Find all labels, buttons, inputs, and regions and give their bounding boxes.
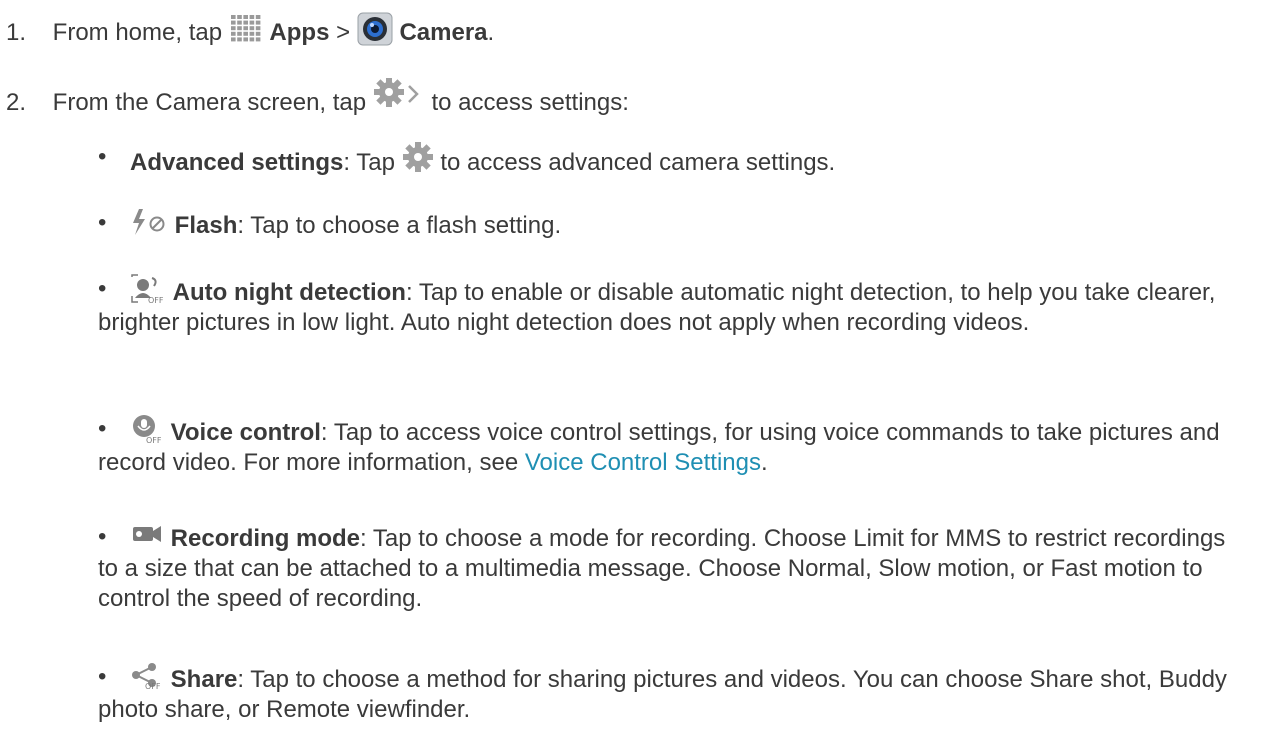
list-item-text: Recording mode: Tap to choose a mode for… — [98, 522, 1238, 614]
apps-grid-cell — [230, 26, 236, 31]
separator: > — [336, 19, 351, 46]
list-item-text: OFF Auto night detection: Tap to enable … — [98, 274, 1238, 338]
apps-grid-cell — [236, 15, 242, 19]
apps-grid-cell — [249, 15, 254, 19]
share-off-icon: OFF — [132, 663, 161, 690]
item-label: Advanced settings — [130, 149, 344, 176]
apps-grid-cell — [255, 20, 261, 25]
period: . — [761, 449, 768, 476]
list-item: • Recording mode: Tap to choose a mode f… — [98, 522, 1248, 618]
bullet-dot: • — [98, 209, 107, 236]
step-2: 2. From the Camera screen, tap to access… — [0, 78, 629, 118]
item-text: : Tap to choose a method for sharing pic… — [98, 666, 1227, 723]
gear-icon — [402, 142, 433, 172]
settings-gear-chevron-icon — [373, 78, 419, 107]
camera-label: Camera — [399, 19, 488, 46]
apps-grid-cell — [230, 20, 236, 25]
step-text: From home, tap — [52, 19, 223, 46]
instructions-document: 1. From home, tap Apps > Camera. 2. From… — [0, 0, 1266, 756]
camera-app-icon — [357, 12, 393, 46]
list-item: • Flash: Tap to choose a flash setting. — [98, 208, 1250, 241]
apps-grid-cell — [255, 37, 261, 42]
list-item-text: Flash: Tap to choose a flash setting. — [130, 208, 1250, 241]
voice-control-off-icon: OFF — [133, 415, 162, 444]
apps-grid-cell — [243, 26, 248, 31]
item-label: Auto night detection — [172, 279, 406, 306]
step-text-end: to access settings: — [431, 89, 629, 116]
step-text: From the Camera screen, tap — [52, 89, 367, 116]
apps-grid-cell — [255, 15, 261, 19]
apps-grid-cell — [236, 31, 242, 36]
apps-grid-cell — [243, 20, 248, 25]
item-text: : Tap to choose a flash setting. — [237, 212, 562, 239]
apps-grid-cell — [230, 31, 236, 36]
list-item-text: OFF Share: Tap to choose a method for sh… — [98, 662, 1238, 725]
apps-grid-cell — [249, 20, 254, 25]
apps-grid-cell — [236, 20, 242, 25]
apps-grid-cell — [230, 37, 236, 42]
step-number: 1. — [6, 19, 27, 46]
apps-label: Apps — [269, 19, 330, 46]
apps-grid-cell — [249, 26, 254, 31]
list-item: • OFF Auto night detection: Tap to enabl… — [98, 274, 1248, 370]
apps-grid-icon — [230, 15, 261, 42]
svg-text:OFF: OFF — [145, 682, 161, 690]
apps-grid-cell — [243, 37, 248, 42]
item-label: Share — [170, 666, 238, 693]
apps-grid-cell — [243, 15, 248, 19]
apps-grid-cell — [249, 37, 254, 42]
list-item-text: Advanced settings: Tap to access advance… — [130, 142, 1250, 178]
recording-mode-icon — [133, 526, 161, 542]
item-text: : Tap — [343, 149, 395, 176]
apps-grid-cell — [230, 15, 236, 19]
flash-off-icon — [133, 209, 165, 235]
voice-control-settings-link[interactable]: Voice Control Settings — [525, 449, 761, 476]
bullet-dot: • — [98, 143, 107, 170]
item-label: Voice control — [170, 419, 321, 446]
apps-grid-cell — [243, 31, 248, 36]
apps-grid-cell — [236, 37, 242, 42]
list-item: • Advanced settings: Tap to access advan… — [98, 142, 1248, 176]
apps-grid-cell — [255, 26, 261, 31]
svg-text:OFF: OFF — [146, 436, 162, 444]
list-item: • OFF Voice control: Tap to access voice… — [98, 414, 1248, 478]
step-number: 2. — [6, 89, 27, 116]
svg-text:OFF: OFF — [148, 296, 164, 304]
period: . — [487, 19, 495, 46]
list-item-text: OFF Voice control: Tap to access voice c… — [98, 414, 1238, 478]
apps-grid-cell — [255, 31, 261, 36]
item-label: Flash — [174, 212, 238, 239]
apps-grid-cell — [236, 26, 242, 31]
item-text: to access advanced camera settings. — [440, 149, 836, 176]
item-label: Recording mode — [170, 525, 361, 552]
step-1: 1. From home, tap Apps > Camera. — [0, 12, 494, 48]
night-detection-off-icon: OFF — [131, 274, 164, 304]
list-item: • OFF Share: Tap to choose a method for … — [98, 662, 1248, 726]
apps-grid-cell — [249, 31, 254, 36]
